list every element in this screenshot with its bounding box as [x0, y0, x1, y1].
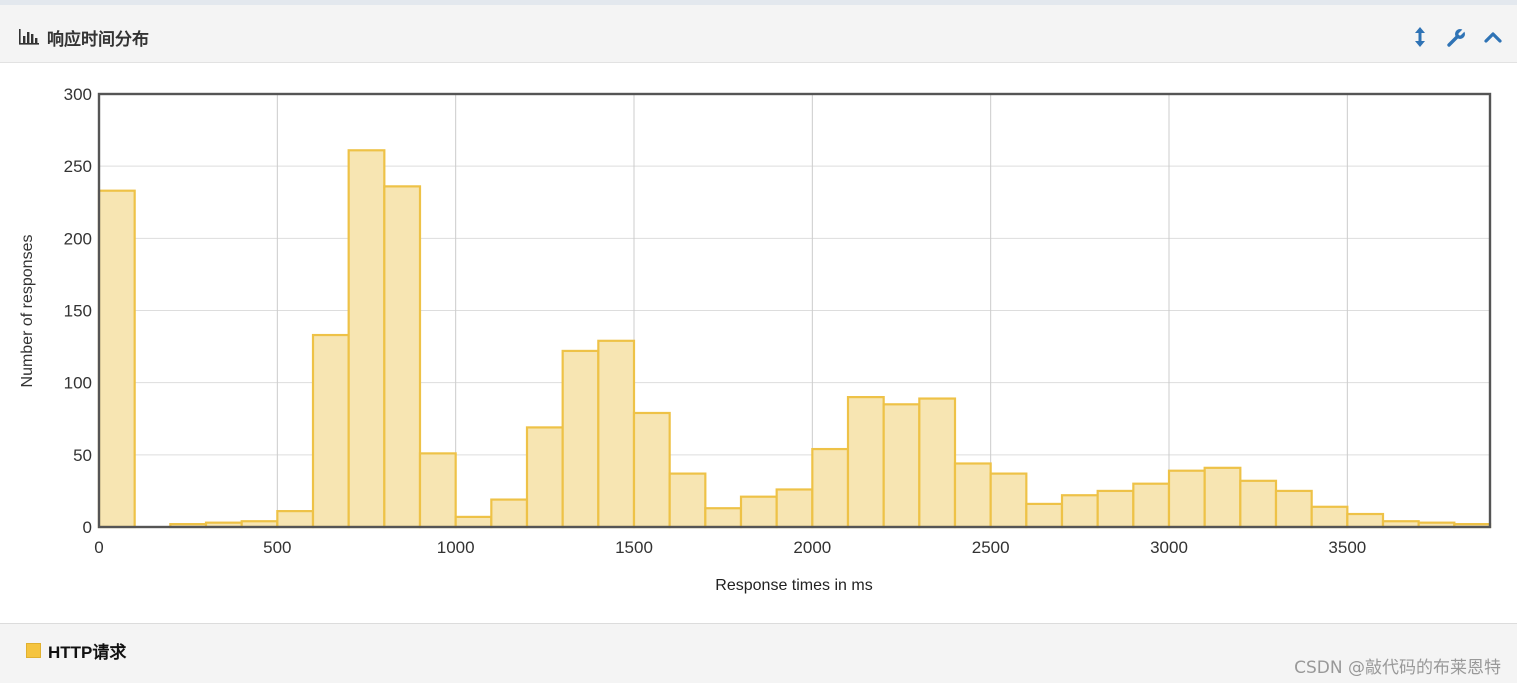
- histogram-bar: [597, 339, 636, 529]
- x-tick-labels: 0 500 1000 1500 2000 2500 3000 3500: [94, 538, 1366, 557]
- panel-header: 响应时间分布: [0, 5, 1517, 63]
- histogram-bar: [454, 515, 493, 529]
- resize-vertical-icon[interactable]: [1409, 25, 1431, 49]
- histogram-bar: [1274, 489, 1313, 529]
- histogram-bar: [989, 472, 1028, 529]
- legend-label[interactable]: HTTP请求: [48, 638, 126, 663]
- histogram-bar: [846, 396, 885, 529]
- x-tick-label: 2500: [972, 538, 1010, 557]
- histogram-bar: [525, 426, 564, 529]
- x-tick-label: 1500: [615, 538, 653, 557]
- watermark: CSDN @敲代码的布莱恩特: [1294, 658, 1501, 678]
- histogram-bar: [1239, 479, 1278, 529]
- histogram-bar: [347, 149, 386, 529]
- x-axis-label: Response times in ms: [715, 577, 872, 594]
- histogram-chart: 0 50 100 150 200 250 300 0 500 1000 1500 2000 2500 3…: [19, 85, 1492, 594]
- bar-chart-icon: [19, 29, 39, 45]
- bar-series: [97, 149, 1492, 529]
- y-tick-label: 0: [83, 518, 92, 537]
- chevron-up-icon[interactable]: [1482, 25, 1504, 49]
- x-tick-label: 1000: [437, 538, 475, 557]
- histogram-bar: [811, 447, 850, 529]
- x-tick-label: 3500: [1328, 538, 1366, 557]
- histogram-bar: [882, 403, 921, 529]
- histogram-bar: [1060, 494, 1099, 529]
- histogram-bar: [632, 411, 671, 529]
- histogram-bar: [490, 498, 529, 529]
- histogram-bar: [1025, 502, 1064, 529]
- y-tick-label: 50: [73, 446, 92, 465]
- y-tick-label: 100: [64, 374, 92, 393]
- x-tick-label: 3000: [1150, 538, 1188, 557]
- histogram-bar: [561, 349, 600, 529]
- histogram-bar: [1096, 489, 1135, 529]
- histogram-bar: [1310, 505, 1349, 529]
- y-tick-label: 200: [64, 229, 92, 248]
- histogram-bar: [775, 488, 814, 529]
- wrench-icon[interactable]: [1446, 25, 1468, 49]
- legend-bar: HTTP请求 CSDN @敲代码的布莱恩特: [0, 623, 1517, 683]
- histogram-bar: [953, 462, 992, 529]
- histogram-bar: [311, 333, 350, 529]
- histogram-bar: [1167, 469, 1206, 529]
- histogram-bar: [739, 495, 778, 529]
- histogram-bar: [97, 189, 136, 529]
- y-tick-label: 250: [64, 157, 92, 176]
- y-tick-label: 300: [64, 85, 92, 104]
- y-tick-label: 150: [64, 302, 92, 321]
- panel-title: 响应时间分布: [47, 30, 149, 50]
- histogram-bar: [1203, 466, 1242, 529]
- grid-lines: [98, 93, 1490, 528]
- legend-swatch[interactable]: [26, 643, 41, 658]
- histogram-bar: [918, 397, 957, 529]
- histogram-bar: [704, 507, 743, 529]
- histogram-bar: [1346, 512, 1385, 529]
- x-tick-label: 0: [94, 538, 103, 557]
- histogram-bar: [276, 510, 315, 529]
- histogram-bar: [418, 452, 457, 529]
- histogram-bar: [668, 472, 707, 529]
- histogram-bar: [1132, 482, 1171, 529]
- x-tick-label: 500: [263, 538, 291, 557]
- x-tick-label: 2000: [793, 538, 831, 557]
- histogram-bar: [383, 185, 422, 529]
- y-axis-label: Number of responses: [19, 235, 36, 388]
- y-tick-labels: 0 50 100 150 200 250 300: [64, 85, 92, 537]
